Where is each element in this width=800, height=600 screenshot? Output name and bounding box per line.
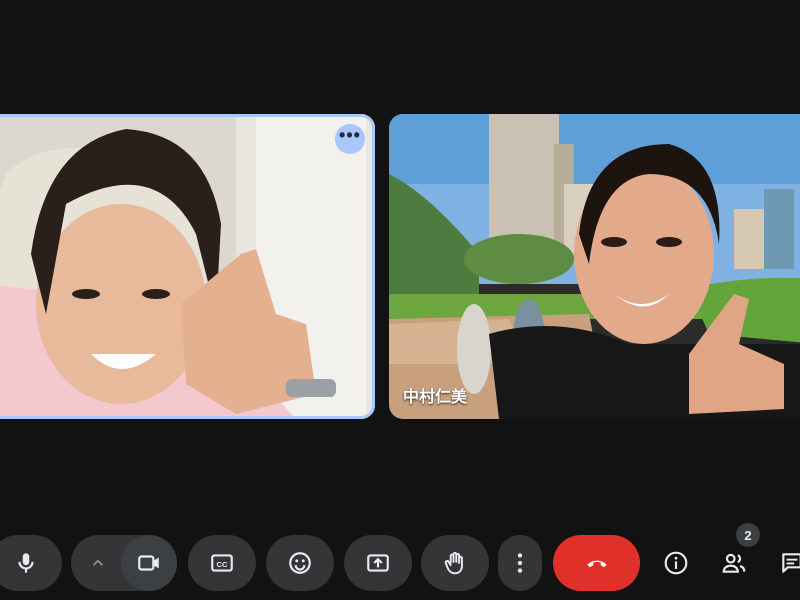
call-end-icon [586,560,607,568]
more-options-menu-button[interactable] [498,535,542,591]
more-vert-icon [517,553,523,573]
more-options-icon: ••• [339,124,361,145]
captions-icon: CC [211,554,233,572]
chevron-up-icon [92,559,104,566]
call-control-bar: CC [0,532,800,594]
remote-video-tile[interactable]: 中村仁美 [389,114,800,419]
people-count-badge: 2 [736,523,760,547]
present-screen-icon [367,554,389,572]
raise-hand-button[interactable] [421,535,489,591]
camera-button[interactable] [121,535,177,591]
people-icon [722,553,746,573]
mic-icon [18,553,34,573]
hand-icon [444,552,463,575]
microphone-button[interactable] [0,535,62,591]
video-options-button[interactable] [71,535,125,591]
camera-group [71,535,177,591]
emoji-icon [289,552,311,574]
self-video-tile[interactable]: ••• [0,114,375,419]
camera-icon [138,555,159,571]
reactions-button[interactable] [266,535,334,591]
self-video-frame [0,114,375,419]
participant-name-label: 中村仁美 [403,389,468,406]
meeting-info-button[interactable] [652,535,700,591]
chat-icon [782,553,800,573]
chat-button[interactable] [768,535,800,591]
remote-video-frame [389,114,800,419]
more-options-button[interactable]: ••• [335,124,365,154]
captions-button[interactable]: CC [188,535,256,591]
info-icon [664,551,688,575]
present-screen-button[interactable] [344,535,412,591]
svg-text:CC: CC [217,560,228,569]
leave-call-button[interactable] [553,535,640,591]
